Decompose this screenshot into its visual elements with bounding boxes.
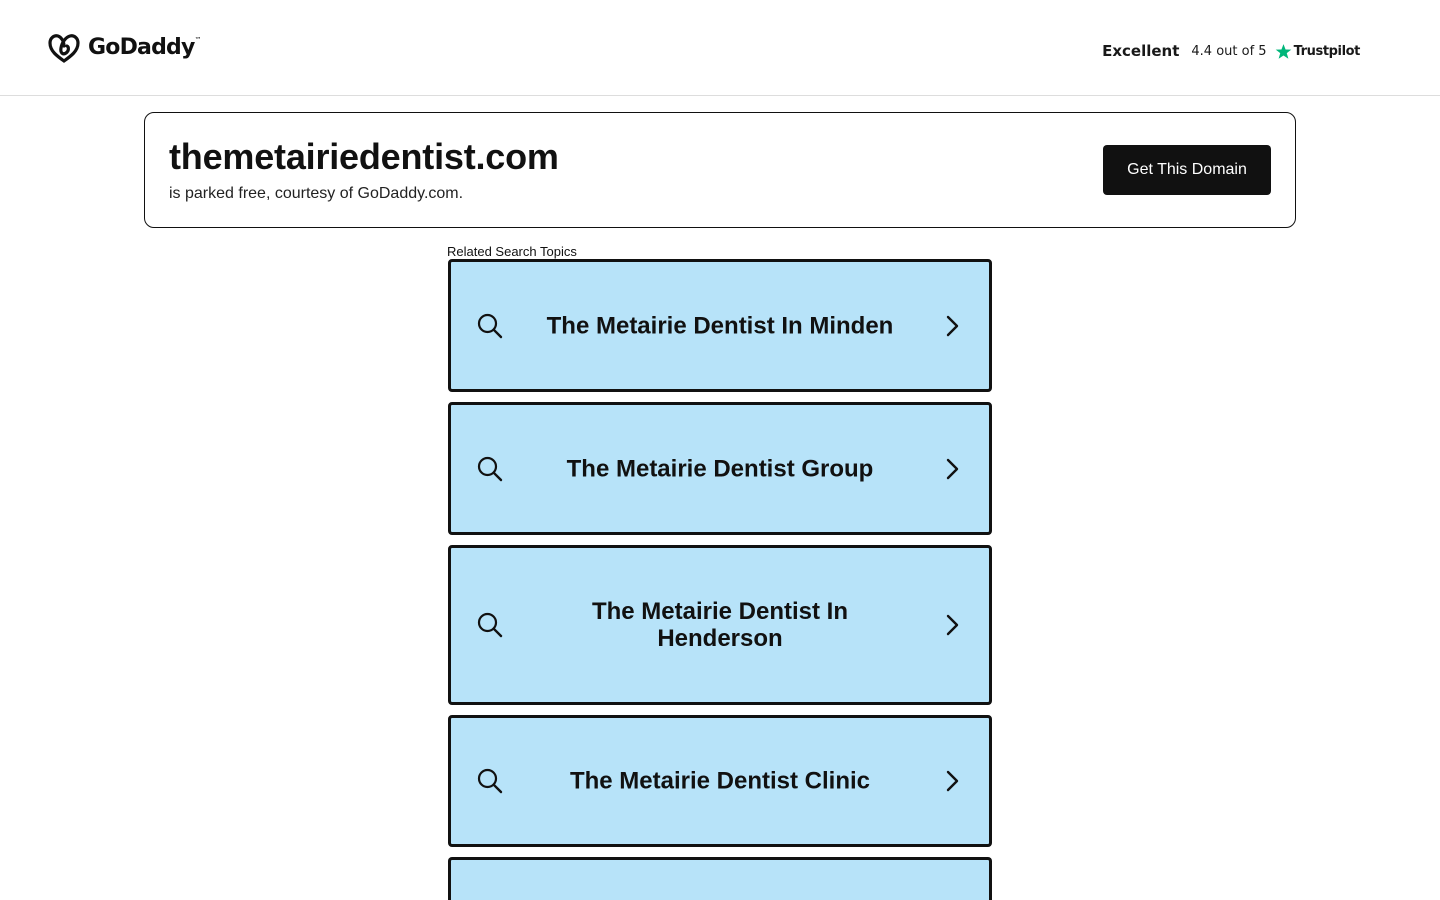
related-topic-item[interactable] xyxy=(448,857,992,900)
trustpilot-score: 4.4 out of 5 xyxy=(1191,43,1267,59)
site-header: GoDaddy™ Excellent 4.4 out of 5 Trustpil… xyxy=(0,0,1440,96)
related-topic-label: The Metairie Dentist Clinic xyxy=(569,767,871,795)
chevron-right-icon xyxy=(946,614,959,636)
search-icon xyxy=(477,768,503,794)
search-icon xyxy=(477,456,503,481)
related-topic-item[interactable]: The Metairie Dentist In Minden xyxy=(448,259,992,392)
godaddy-logo-icon xyxy=(48,34,80,63)
chevron-right-icon xyxy=(946,770,959,792)
search-icon xyxy=(477,313,503,338)
related-topic-label: The Metairie Dentist In Minden xyxy=(546,312,894,339)
related-topic-item[interactable]: The Metairie Dentist Clinic xyxy=(448,715,992,847)
trustpilot-rating-word: Excellent xyxy=(1102,42,1180,60)
godaddy-logo-text: GoDaddy™ xyxy=(88,35,202,60)
godaddy-logo[interactable]: GoDaddy™ xyxy=(47,31,202,65)
related-topic-label: The Metairie Dentist Group xyxy=(566,455,874,482)
trustpilot-brand: Trustpilot xyxy=(1293,43,1361,59)
related-topic-label: The Metairie Dentist In Henderson xyxy=(591,598,849,652)
related-topic-item[interactable]: The Metairie Dentist Group xyxy=(448,402,992,535)
chevron-right-icon xyxy=(946,315,959,336)
trustpilot-rating[interactable]: Excellent 4.4 out of 5 Trustpilot xyxy=(1102,38,1360,64)
related-search-heading: Related Search Topics xyxy=(447,244,577,259)
get-this-domain-button[interactable]: Get This Domain xyxy=(1103,145,1271,195)
domain-name: themetairiedentist.com xyxy=(169,136,559,177)
search-icon xyxy=(477,612,503,638)
chevron-right-icon xyxy=(946,458,959,479)
related-topic-item[interactable]: The Metairie Dentist In Henderson xyxy=(448,545,992,705)
domain-card: themetairiedentist.com is parked free, c… xyxy=(144,112,1296,228)
parked-notice: is parked free, courtesy of GoDaddy.com. xyxy=(169,185,464,202)
trustpilot-star-icon xyxy=(1275,43,1292,60)
